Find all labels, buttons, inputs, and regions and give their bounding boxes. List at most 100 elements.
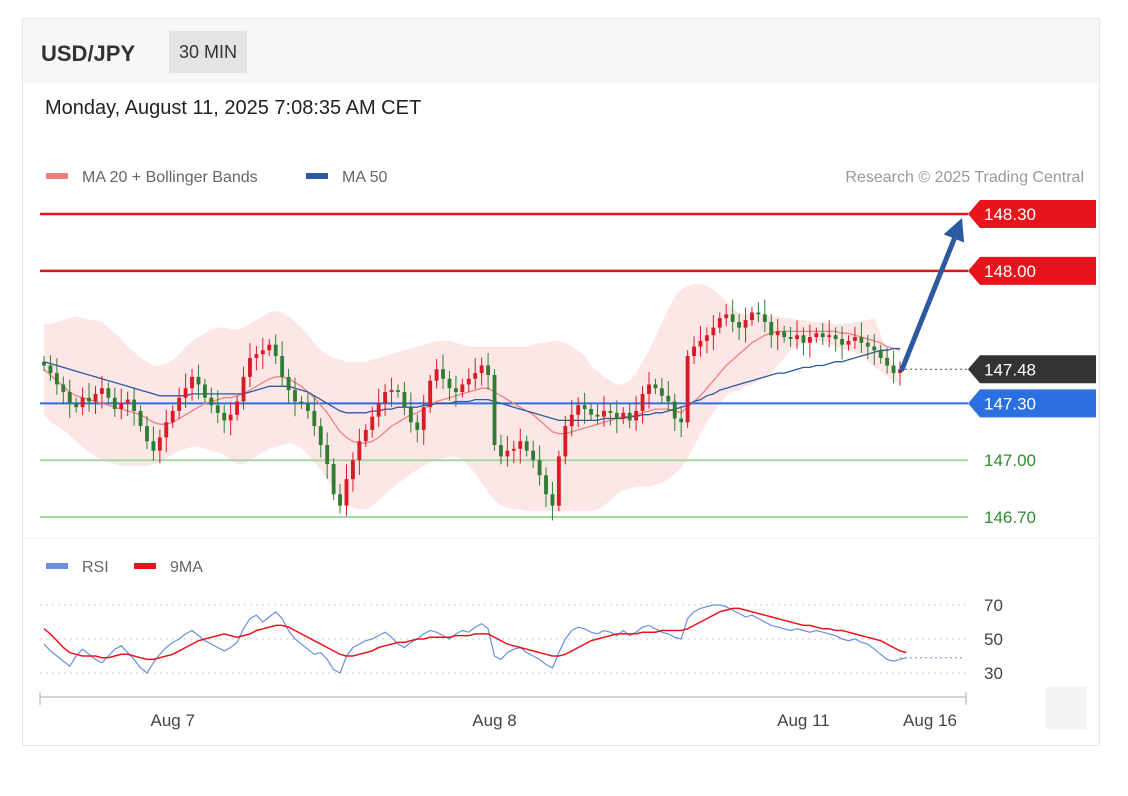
candle-body — [524, 441, 529, 451]
candle-body — [801, 335, 806, 343]
candle-body — [820, 333, 825, 338]
candle-body — [215, 405, 220, 413]
candle-body — [473, 373, 478, 379]
candle-body — [389, 390, 394, 393]
candle-body — [145, 426, 149, 442]
candle-body — [453, 388, 458, 393]
candle-body — [157, 437, 162, 451]
candle-body — [827, 335, 832, 338]
candle-body — [711, 327, 716, 336]
candle-body — [544, 475, 548, 495]
rsi-legend-swatch — [46, 563, 68, 569]
candle-body — [589, 409, 593, 415]
ma20-legend-label: MA 20 + Bollinger Bands — [82, 169, 258, 186]
candle-body — [299, 401, 304, 404]
candle-body — [614, 412, 619, 419]
candle-body — [228, 414, 233, 421]
candle-body — [653, 384, 658, 389]
candle-body — [260, 350, 265, 355]
price-label: 148.00 — [984, 262, 1036, 281]
candle-body — [531, 450, 536, 461]
candle-body — [241, 376, 246, 402]
candle-body — [492, 374, 497, 446]
candle-body — [730, 314, 735, 322]
candle-body — [402, 392, 407, 408]
rsi-tick-label: 70 — [984, 596, 1003, 615]
candle-body — [499, 445, 503, 457]
candle-body — [164, 422, 169, 438]
candle-body — [370, 416, 375, 430]
ma50-legend-swatch — [306, 173, 328, 179]
candle-body — [479, 365, 484, 374]
candle-body — [132, 399, 137, 411]
candle-body — [750, 312, 754, 321]
candle-body — [782, 331, 787, 338]
candle-body — [640, 393, 645, 411]
candle-body — [305, 403, 310, 411]
candle-body — [138, 410, 143, 427]
candle-body — [325, 445, 330, 464]
price-label: 147.48 — [984, 360, 1036, 379]
candle-body — [840, 338, 845, 345]
candle-body — [859, 337, 864, 343]
candle-body — [795, 335, 799, 339]
candle-body — [807, 337, 812, 343]
candle-body — [634, 410, 639, 421]
rsi-legend-label: RSI — [82, 559, 109, 576]
research-credit: Research © 2025 Trading Central — [845, 169, 1084, 186]
candle-body — [878, 350, 883, 358]
candle-body — [756, 312, 761, 315]
candle-body — [396, 390, 400, 393]
candle-body — [698, 340, 703, 347]
candle-body — [383, 392, 388, 404]
candle-body — [151, 441, 156, 451]
candle-body — [196, 376, 201, 385]
candle-body — [833, 335, 838, 339]
candle-body — [685, 356, 690, 423]
candle-body — [692, 346, 696, 357]
candle-body — [576, 405, 581, 415]
candle-body — [254, 354, 259, 358]
candle-body — [267, 344, 272, 351]
candle-body — [190, 376, 194, 389]
candle-body — [595, 414, 600, 417]
candle-body — [87, 397, 91, 402]
candle-body — [460, 384, 465, 393]
candle-body — [885, 357, 890, 366]
candle-body — [556, 456, 561, 506]
candle-body — [627, 412, 632, 421]
candle-body — [351, 460, 355, 480]
candle-body — [202, 384, 207, 398]
ma50-legend-label: MA 50 — [342, 169, 387, 186]
ma9-legend-swatch — [134, 563, 156, 569]
candle-body — [582, 405, 587, 410]
candle-body — [666, 395, 671, 402]
candle-body — [93, 393, 98, 402]
candle-body — [659, 388, 664, 396]
candle-body — [466, 378, 471, 385]
candle-body — [286, 376, 291, 391]
candle-body — [338, 494, 342, 506]
candle-body — [537, 460, 542, 476]
candle-body — [293, 390, 297, 402]
candle-body — [441, 369, 445, 379]
candle-body — [891, 365, 896, 374]
candle-body — [331, 463, 336, 495]
candle-body — [42, 361, 46, 366]
candle-body — [177, 397, 182, 411]
candle-body — [235, 401, 240, 415]
candle-body — [280, 356, 285, 377]
candle-body — [318, 426, 323, 446]
candle-body — [112, 397, 117, 410]
candle-body — [550, 494, 555, 506]
candle-body — [99, 388, 104, 394]
candle-body — [518, 441, 523, 449]
projection-arrow-shaft — [899, 229, 960, 372]
candle-body — [679, 418, 684, 423]
rsi-ma9-line — [43, 607, 907, 661]
price-label: 147.00 — [984, 451, 1036, 470]
candle-body — [672, 401, 677, 419]
x-tick-label: Aug 16 — [903, 711, 957, 730]
candle-body — [853, 337, 857, 341]
candle-body — [312, 410, 317, 427]
